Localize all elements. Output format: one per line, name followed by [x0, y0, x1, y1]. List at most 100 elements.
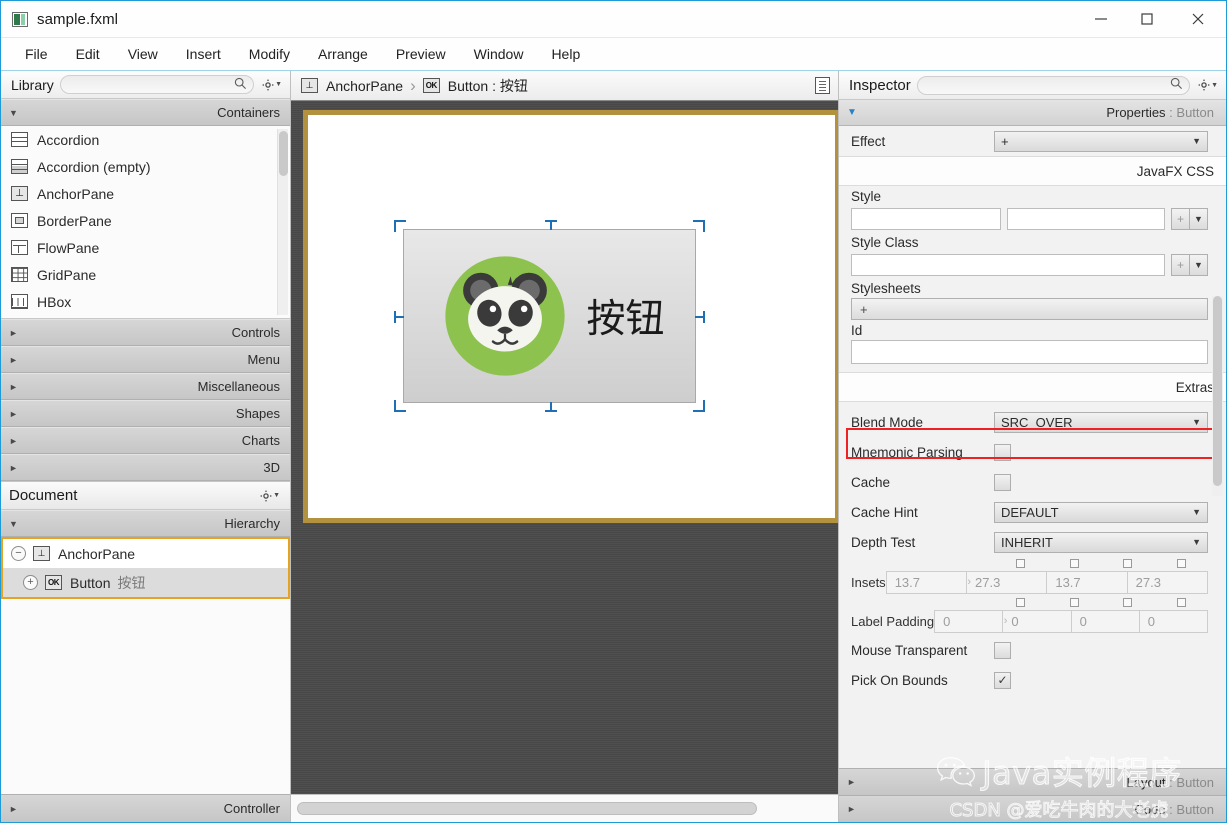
inspector-menu-button[interactable]: ▼: [1196, 79, 1220, 91]
mnemonic-parsing-checkbox[interactable]: [994, 443, 1011, 461]
depth-test-label: Depth Test: [851, 534, 916, 550]
canvas-button-node[interactable]: 按钮: [394, 220, 705, 412]
menu-file[interactable]: File: [11, 42, 62, 66]
insets-tick-right[interactable]: [1048, 558, 1102, 568]
library-scrollbar[interactable]: [277, 129, 288, 315]
breadcrumb-item-anchorpane[interactable]: ⊥ AnchorPane: [301, 78, 403, 94]
tree-row-anchorpane[interactable]: − ⊥ AnchorPane: [3, 539, 288, 568]
style-key-input[interactable]: [851, 208, 1001, 230]
library-section-containers[interactable]: ▼ Containers: [1, 99, 290, 126]
center-panel: ⊥ AnchorPane › OK Button : 按钮 按钮: [291, 71, 838, 822]
insets-left-input[interactable]: 27.3: [1126, 571, 1208, 594]
depth-test-combo[interactable]: INHERIT ▼: [994, 531, 1208, 553]
style-class-dropdown-button[interactable]: ▼: [1189, 254, 1208, 276]
style-class-row: + ▼: [839, 252, 1226, 278]
library-section-shapes[interactable]: ► Shapes: [1, 400, 290, 427]
menu-modify[interactable]: Modify: [235, 42, 304, 66]
blend-mode-combo[interactable]: SRC_OVER ▼: [994, 411, 1208, 433]
effect-label: Effect: [851, 133, 886, 149]
label-padding-tick-right[interactable]: [1048, 597, 1102, 607]
style-class-add-button[interactable]: +: [1171, 254, 1190, 276]
cache-checkbox[interactable]: [994, 473, 1011, 491]
window-title: sample.fxml: [37, 10, 119, 28]
library-item-label: HBox: [37, 293, 72, 310]
tree-row-button[interactable]: + OK Button 按钮: [3, 568, 288, 597]
stylesheets-add-button[interactable]: +: [851, 298, 1208, 320]
inspector-title: Inspector: [849, 76, 911, 94]
expand-toggle-icon[interactable]: +: [23, 575, 38, 590]
label-padding-top-input[interactable]: 0 ›: [934, 610, 1007, 633]
menu-window[interactable]: Window: [460, 42, 538, 66]
menu-edit[interactable]: Edit: [62, 42, 114, 66]
label-padding-bottom-input[interactable]: 0: [1070, 610, 1140, 633]
minimize-icon[interactable]: [1078, 1, 1124, 37]
section-label: Controls: [231, 325, 280, 340]
library-item-anchorpane[interactable]: ⊥ AnchorPane: [1, 180, 290, 207]
inspector-section-layout[interactable]: ► Layout : Button: [839, 768, 1226, 795]
style-class-input[interactable]: [851, 254, 1165, 276]
library-section-charts[interactable]: ► Charts: [1, 427, 290, 454]
library-item-hbox[interactable]: HBox: [1, 288, 290, 315]
menu-insert[interactable]: Insert: [172, 42, 235, 66]
chevron-down-icon: ▼: [275, 81, 282, 88]
inspector-properties-bar[interactable]: ▼ Properties : Button: [839, 100, 1226, 126]
library-section-miscellaneous[interactable]: ► Miscellaneous: [1, 373, 290, 400]
maximize-icon[interactable]: [1124, 1, 1170, 37]
close-icon[interactable]: [1170, 1, 1226, 37]
document-section-controller[interactable]: ► Controller: [1, 794, 290, 822]
library-section-controls[interactable]: ► Controls: [1, 319, 290, 346]
library-item-accordion-empty[interactable]: Accordion (empty): [1, 153, 290, 180]
label-padding-tick-bottom[interactable]: [1101, 597, 1155, 607]
document-icon[interactable]: [815, 77, 830, 94]
hierarchy-selection-group: − ⊥ AnchorPane + OK Button 按钮: [1, 537, 290, 599]
library-item-flowpane[interactable]: FlowPane: [1, 234, 290, 261]
label-padding-tick-left[interactable]: [1155, 597, 1209, 607]
library-section-3d[interactable]: ► 3D: [1, 454, 290, 481]
menu-preview[interactable]: Preview: [382, 42, 460, 66]
insets-right-input[interactable]: 27.3: [966, 571, 1048, 594]
flowpane-icon: [11, 240, 28, 255]
canvas-hscrollbar[interactable]: [297, 802, 757, 815]
library-search-input[interactable]: [59, 75, 255, 94]
tree-node-label: AnchorPane: [58, 545, 136, 562]
effect-combo[interactable]: + ▼: [994, 130, 1208, 152]
menu-view[interactable]: View: [114, 42, 172, 66]
accordion-icon: [11, 132, 28, 147]
menu-arrange[interactable]: Arrange: [304, 42, 382, 66]
menu-help[interactable]: Help: [537, 42, 594, 66]
library-item-gridpane[interactable]: GridPane: [1, 261, 290, 288]
label-padding-left-input[interactable]: 0: [1138, 610, 1209, 633]
insets-tick-bottom[interactable]: [1101, 558, 1155, 568]
canvas-anchorpane[interactable]: 按钮: [303, 110, 838, 523]
cache-hint-combo[interactable]: DEFAULT ▼: [994, 501, 1208, 523]
insets-bottom-input[interactable]: 13.7: [1046, 571, 1128, 594]
insets-tick-left[interactable]: [1155, 558, 1209, 568]
chevron-right-icon: ►: [9, 435, 18, 446]
mouse-transparent-checkbox[interactable]: [994, 641, 1011, 659]
inspector-search-input[interactable]: [916, 75, 1191, 95]
insets-top-input[interactable]: 13.7 ›: [885, 571, 971, 594]
inspector-scrollbar[interactable]: [1212, 296, 1223, 496]
pick-on-bounds-checkbox[interactable]: ✓: [994, 671, 1011, 689]
design-canvas[interactable]: 按钮: [291, 101, 838, 794]
style-value-input[interactable]: [1007, 208, 1165, 230]
label-padding-right-input[interactable]: 0: [1002, 610, 1072, 633]
library-item-accordion[interactable]: Accordion: [1, 126, 290, 153]
id-input[interactable]: [851, 340, 1208, 364]
style-add-button[interactable]: +: [1171, 208, 1190, 230]
library-menu-button[interactable]: ▼: [260, 79, 284, 91]
insets-tick-top[interactable]: [994, 558, 1048, 568]
library-section-menu[interactable]: ► Menu: [1, 346, 290, 373]
collapse-toggle-icon[interactable]: −: [11, 546, 26, 561]
document-menu-button[interactable]: ▼: [258, 490, 282, 502]
inspector-section-code[interactable]: ► Code : Button: [839, 795, 1226, 822]
document-section-hierarchy[interactable]: ▼ Hierarchy: [1, 510, 290, 537]
label-padding-tick-top[interactable]: [994, 597, 1048, 607]
breadcrumb-item-button[interactable]: OK Button : 按钮: [422, 76, 528, 96]
effect-value: +: [1001, 133, 1009, 149]
row-cache: Cache: [839, 467, 1226, 497]
blend-mode-value: SRC_OVER: [1001, 414, 1073, 430]
library-item-borderpane[interactable]: BorderPane: [1, 207, 290, 234]
left-panel: Library ▼ ▼ Containers Accordion Accordi…: [1, 71, 291, 822]
style-dropdown-button[interactable]: ▼: [1189, 208, 1208, 230]
